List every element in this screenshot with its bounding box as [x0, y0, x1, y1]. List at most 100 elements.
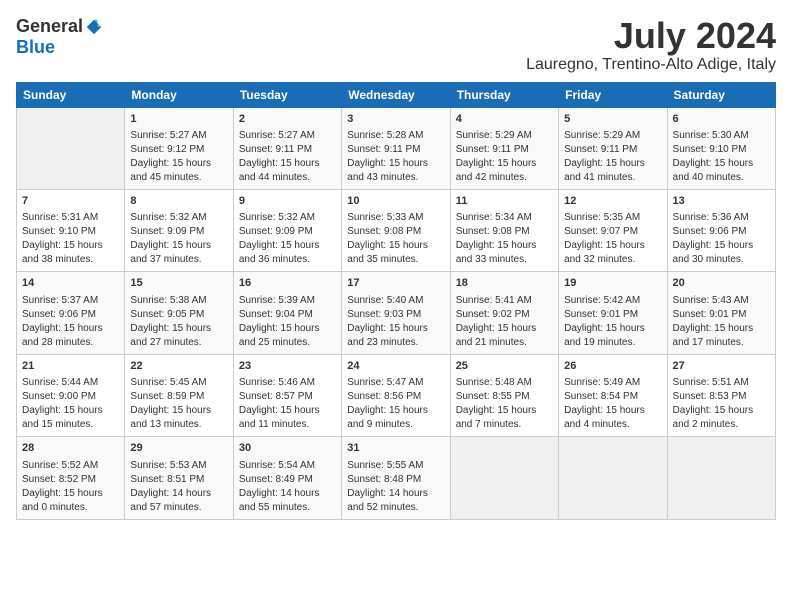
day-number: 7 — [22, 194, 119, 209]
day-info: Sunrise: 5:29 AM Sunset: 9:11 PM Dayligh… — [456, 129, 553, 185]
day-header-monday: Monday — [125, 82, 233, 107]
day-number: 17 — [347, 276, 444, 291]
calendar-cell: 20 Sunrise: 5:43 AM Sunset: 9:01 PM Dayli… — [667, 272, 775, 354]
week-row-5: 28Sunrise: 5:52 AM Sunset: 8:52 PM Dayli… — [17, 437, 776, 519]
calendar-cell: 22 Sunrise: 5:45 AM Sunset: 8:59 PM Dayli… — [125, 354, 233, 436]
calendar-cell: 6Sunrise: 5:30 AM Sunset: 9:10 PM Daylig… — [667, 107, 775, 189]
day-info: Sunrise: 5:51 AM Sunset: 8:53 PM Dayligh… — [673, 376, 770, 432]
day-number: 25 — [456, 359, 553, 374]
calendar-cell: 2Sunrise: 5:27 AM Sunset: 9:11 PM Daylig… — [233, 107, 341, 189]
day-info: Sunrise: 5:38 AM Sunset: 9:05 PM Dayligh… — [130, 294, 227, 350]
calendar-cell: 23 Sunrise: 5:46 AM Sunset: 8:57 PM Dayli… — [233, 354, 341, 436]
calendar-cell — [450, 437, 558, 519]
day-info: Sunrise: 5:29 AM Sunset: 9:11 PM Dayligh… — [564, 129, 661, 185]
calendar-cell: 9Sunrise: 5:32 AM Sunset: 9:09 PM Daylig… — [233, 189, 341, 271]
calendar-cell: 11Sunrise: 5:34 AM Sunset: 9:08 PM Dayli… — [450, 189, 558, 271]
day-info: Sunrise: 5:32 AM Sunset: 9:09 PM Dayligh… — [239, 211, 336, 267]
day-info: Sunrise: 5:31 AM Sunset: 9:10 PM Dayligh… — [22, 211, 119, 267]
logo-blue: Blue — [16, 37, 55, 57]
calendar-cell — [559, 437, 667, 519]
day-header-tuesday: Tuesday — [233, 82, 341, 107]
day-number: 10 — [347, 194, 444, 209]
calendar-cell: 30 Sunrise: 5:54 AM Sunset: 8:49 PM Dayli… — [233, 437, 341, 519]
day-number: 30 — [239, 441, 336, 456]
day-number: 15 — [130, 276, 227, 291]
day-number: 31 — [347, 441, 444, 456]
calendar-cell: 31 Sunrise: 5:55 AM Sunset: 8:48 PM Dayli… — [342, 437, 450, 519]
calendar-cell: 17 Sunrise: 5:40 AM Sunset: 9:03 PM Dayli… — [342, 272, 450, 354]
week-row-3: 14 Sunrise: 5:37 AM Sunset: 9:06 PM Dayli… — [17, 272, 776, 354]
day-info: Sunrise: 5:54 AM Sunset: 8:49 PM Dayligh… — [239, 459, 336, 515]
day-info: Sunrise: 5:40 AM Sunset: 9:03 PM Dayligh… — [347, 294, 444, 350]
day-info: Sunrise: 5:30 AM Sunset: 9:10 PM Dayligh… — [673, 129, 770, 185]
calendar-cell: 26 Sunrise: 5:49 AM Sunset: 8:54 PM Dayli… — [559, 354, 667, 436]
day-number: 23 — [239, 359, 336, 374]
calendar-cell: 14 Sunrise: 5:37 AM Sunset: 9:06 PM Dayli… — [17, 272, 125, 354]
calendar-cell — [17, 107, 125, 189]
day-number: 26 — [564, 359, 661, 374]
calendar-cell: 24 Sunrise: 5:47 AM Sunset: 8:56 PM Dayli… — [342, 354, 450, 436]
day-number: 19 — [564, 276, 661, 291]
day-number: 3 — [347, 112, 444, 127]
day-number: 27 — [673, 359, 770, 374]
logo-icon — [85, 18, 103, 36]
day-number: 29 — [130, 441, 227, 456]
day-info: Sunrise: 5:49 AM Sunset: 8:54 PM Dayligh… — [564, 376, 661, 432]
day-info: Sunrise: 5:45 AM Sunset: 8:59 PM Dayligh… — [130, 376, 227, 432]
day-number: 28 — [22, 441, 119, 456]
days-header-row: SundayMondayTuesdayWednesdayThursdayFrid… — [17, 82, 776, 107]
day-header-saturday: Saturday — [667, 82, 775, 107]
day-info: Sunrise: 5:42 AM Sunset: 9:01 PM Dayligh… — [564, 294, 661, 350]
day-number: 12 — [564, 194, 661, 209]
day-number: 8 — [130, 194, 227, 209]
logo-general: General — [16, 16, 83, 37]
day-number: 21 — [22, 359, 119, 374]
day-header-sunday: Sunday — [17, 82, 125, 107]
calendar-cell: 13Sunrise: 5:36 AM Sunset: 9:06 PM Dayli… — [667, 189, 775, 271]
day-info: Sunrise: 5:37 AM Sunset: 9:06 PM Dayligh… — [22, 294, 119, 350]
calendar-cell: 29 Sunrise: 5:53 AM Sunset: 8:51 PM Dayli… — [125, 437, 233, 519]
calendar-cell: 4 Sunrise: 5:29 AM Sunset: 9:11 PM Daylig… — [450, 107, 558, 189]
day-info: Sunrise: 5:34 AM Sunset: 9:08 PM Dayligh… — [456, 211, 553, 267]
title-area: July 2024 Lauregno, Trentino-Alto Adige,… — [526, 16, 776, 74]
day-info: Sunrise: 5:43 AM Sunset: 9:01 PM Dayligh… — [673, 294, 770, 350]
calendar-cell: 19 Sunrise: 5:42 AM Sunset: 9:01 PM Dayli… — [559, 272, 667, 354]
calendar-cell — [667, 437, 775, 519]
day-number: 20 — [673, 276, 770, 291]
day-number: 4 — [456, 112, 553, 127]
week-row-2: 7 Sunrise: 5:31 AM Sunset: 9:10 PM Daylig… — [17, 189, 776, 271]
week-row-4: 21Sunrise: 5:44 AM Sunset: 9:00 PM Dayli… — [17, 354, 776, 436]
day-info: Sunrise: 5:46 AM Sunset: 8:57 PM Dayligh… — [239, 376, 336, 432]
day-number: 24 — [347, 359, 444, 374]
day-info: Sunrise: 5:55 AM Sunset: 8:48 PM Dayligh… — [347, 459, 444, 515]
day-number: 5 — [564, 112, 661, 127]
calendar-cell: 10 Sunrise: 5:33 AM Sunset: 9:08 PM Dayli… — [342, 189, 450, 271]
calendar-cell: 1Sunrise: 5:27 AM Sunset: 9:12 PM Daylig… — [125, 107, 233, 189]
day-info: Sunrise: 5:47 AM Sunset: 8:56 PM Dayligh… — [347, 376, 444, 432]
day-info: Sunrise: 5:27 AM Sunset: 9:11 PM Dayligh… — [239, 129, 336, 185]
day-number: 14 — [22, 276, 119, 291]
day-info: Sunrise: 5:33 AM Sunset: 9:08 PM Dayligh… — [347, 211, 444, 267]
day-info: Sunrise: 5:53 AM Sunset: 8:51 PM Dayligh… — [130, 459, 227, 515]
logo: General Blue — [16, 16, 103, 58]
page-header: General Blue July 2024 Lauregno, Trentin… — [16, 16, 776, 74]
calendar-cell: 25 Sunrise: 5:48 AM Sunset: 8:55 PM Dayli… — [450, 354, 558, 436]
location-title: Lauregno, Trentino-Alto Adige, Italy — [526, 56, 776, 74]
day-number: 22 — [130, 359, 227, 374]
day-number: 1 — [130, 112, 227, 127]
calendar-cell: 12Sunrise: 5:35 AM Sunset: 9:07 PM Dayli… — [559, 189, 667, 271]
calendar-cell: 7 Sunrise: 5:31 AM Sunset: 9:10 PM Daylig… — [17, 189, 125, 271]
day-header-friday: Friday — [559, 82, 667, 107]
day-info: Sunrise: 5:39 AM Sunset: 9:04 PM Dayligh… — [239, 294, 336, 350]
day-info: Sunrise: 5:48 AM Sunset: 8:55 PM Dayligh… — [456, 376, 553, 432]
calendar-cell: 3Sunrise: 5:28 AM Sunset: 9:11 PM Daylig… — [342, 107, 450, 189]
calendar-table: SundayMondayTuesdayWednesdayThursdayFrid… — [16, 82, 776, 520]
calendar-cell: 21Sunrise: 5:44 AM Sunset: 9:00 PM Dayli… — [17, 354, 125, 436]
week-row-1: 1Sunrise: 5:27 AM Sunset: 9:12 PM Daylig… — [17, 107, 776, 189]
day-number: 13 — [673, 194, 770, 209]
calendar-cell: 28Sunrise: 5:52 AM Sunset: 8:52 PM Dayli… — [17, 437, 125, 519]
calendar-cell: 18Sunrise: 5:41 AM Sunset: 9:02 PM Dayli… — [450, 272, 558, 354]
calendar-cell: 5 Sunrise: 5:29 AM Sunset: 9:11 PM Daylig… — [559, 107, 667, 189]
day-info: Sunrise: 5:32 AM Sunset: 9:09 PM Dayligh… — [130, 211, 227, 267]
day-info: Sunrise: 5:41 AM Sunset: 9:02 PM Dayligh… — [456, 294, 553, 350]
